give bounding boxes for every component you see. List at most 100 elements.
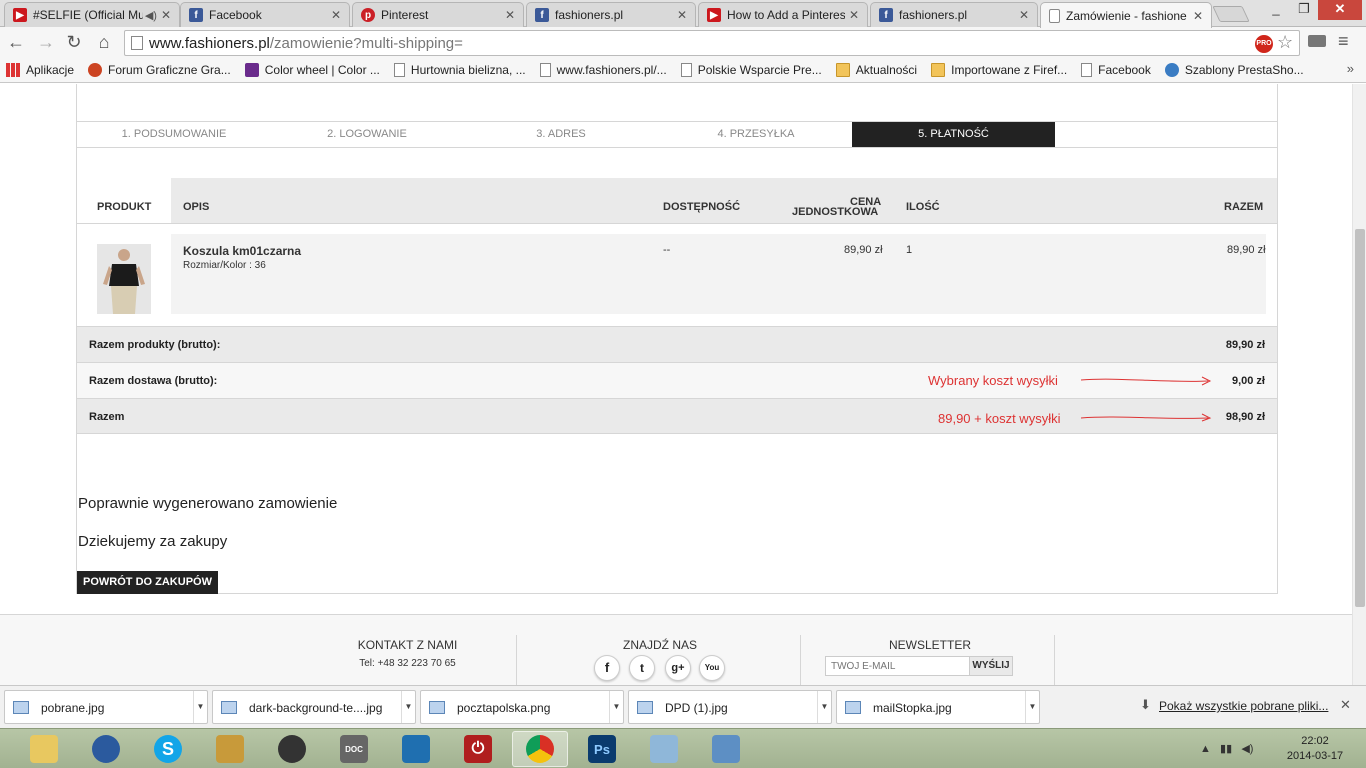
chevron-down-icon[interactable]: ▼ (401, 691, 415, 723)
header-quantity: Ilość (906, 201, 940, 213)
product-image[interactable] (97, 244, 151, 314)
youtube-icon: ▶ (707, 8, 721, 22)
step-address[interactable]: 3. ADRES (462, 122, 660, 147)
tab-pinterest[interactable]: p Pinterest ✕ (352, 2, 524, 27)
back-to-shopping-button[interactable]: POWRÓT DO ZAKUPÓW (77, 571, 218, 594)
menu-icon[interactable]: ≡ (1338, 31, 1349, 52)
bookmark-apps[interactable]: Aplikacje (6, 63, 74, 77)
bookmark-facebook[interactable]: Facebook (1081, 63, 1151, 77)
newsletter-submit-button[interactable]: WYŚLIJ (969, 656, 1013, 676)
forum-icon (88, 63, 103, 77)
product-attributes: Rozmiar/Kolor : 36 (183, 260, 266, 271)
taskbar-thunderbird[interactable] (78, 731, 134, 767)
taskbar-skype[interactable]: S (140, 731, 196, 767)
close-icon[interactable]: ✕ (677, 8, 687, 22)
tab-fashioners-1[interactable]: f fashioners.pl ✕ (526, 2, 696, 27)
taskbar-notepad[interactable] (636, 731, 692, 767)
taskbar-media[interactable] (202, 731, 258, 767)
chevron-down-icon[interactable]: ▼ (609, 691, 623, 723)
close-icon[interactable]: ✕ (161, 8, 171, 22)
tab-zamowienie[interactable]: Zamówienie - fashione ✕ (1040, 2, 1212, 28)
taskbar-settings[interactable] (388, 731, 444, 767)
newsletter-email-input[interactable] (825, 656, 970, 676)
file-explorer-icon (30, 735, 58, 763)
product-name[interactable]: Koszula km01czarna (183, 244, 301, 258)
reload-icon[interactable]: ↻ (62, 31, 86, 55)
twitter-icon[interactable]: t (629, 655, 655, 681)
tab-fashioners-2[interactable]: f fashioners.pl ✕ (870, 2, 1038, 27)
page-icon (1081, 63, 1093, 77)
step-shipping[interactable]: 4. PRZESYŁKA (660, 122, 852, 147)
annotation-shipping-note: Wybrany koszt wysyłki (928, 373, 1058, 388)
image-file-icon (13, 701, 29, 714)
chevron-down-icon[interactable]: ▼ (817, 691, 831, 723)
bookmark-prestashop[interactable]: Szablony PrestaSho... (1164, 63, 1304, 77)
bookmark-fashioners[interactable]: www.fashioners.pl/... (539, 63, 667, 77)
facebook-icon[interactable]: f (594, 655, 620, 681)
product-quantity: 1 (906, 244, 913, 256)
chevron-down-icon[interactable]: ▼ (1025, 691, 1039, 723)
download-item[interactable]: mailStopka.jpg ▼ (836, 690, 1040, 724)
bookmark-forum[interactable]: Forum Graficzne Gra... (88, 63, 231, 77)
address-bar[interactable]: www.fashioners.pl/zamowienie?multi-shipp… (124, 30, 1300, 56)
clock[interactable]: 22:02 2014-03-17 (1280, 734, 1350, 764)
header-product: Produkt (97, 201, 152, 213)
google-plus-icon[interactable]: g+ (665, 655, 691, 681)
bookmark-importowane[interactable]: Importowane z Firef... (931, 63, 1067, 77)
tab-selfie[interactable]: ▶ #SELFIE (Official Mu ◀) ✕ (4, 2, 180, 27)
bookmarks-more-button[interactable]: » (1347, 61, 1354, 76)
bookmark-hurtownia[interactable]: Hurtownia bielizna, ... (393, 63, 526, 77)
extension-icon[interactable] (1308, 35, 1326, 47)
table-row (171, 234, 1266, 314)
show-all-downloads-link[interactable]: Pokaż wszystkie pobrane pliki... (1159, 699, 1328, 713)
image-file-icon (221, 701, 237, 714)
chevron-down-icon[interactable]: ▼ (193, 691, 207, 723)
url-text[interactable]: www.fashioners.pl/zamowienie?multi-shipp… (149, 35, 463, 52)
scrollbar-thumb[interactable] (1355, 229, 1365, 607)
back-arrow-icon[interactable]: ← (4, 31, 28, 55)
youtube-icon[interactable]: You (699, 655, 725, 681)
step-summary[interactable]: 1. PODSUMOWANIE (76, 122, 272, 147)
close-icon[interactable]: ✕ (505, 8, 515, 22)
close-icon[interactable]: ✕ (1193, 9, 1203, 23)
bookmark-polskie-wsparcie[interactable]: Polskie Wsparcie Pre... (680, 63, 822, 77)
taskbar-speaker[interactable] (264, 731, 320, 767)
close-icon[interactable]: ✕ (331, 8, 341, 22)
taskbar-file-explorer[interactable] (16, 731, 72, 767)
system-tray[interactable]: ▲ ▮▮ ◀) (1200, 742, 1253, 755)
download-item[interactable]: pocztapolska.png ▼ (420, 690, 624, 724)
minimize-button[interactable]: _ (1262, 0, 1290, 20)
home-icon[interactable]: ⌂ (92, 31, 116, 55)
bookmark-aktualnosci[interactable]: Aktualności (835, 63, 917, 77)
new-tab-button[interactable] (1212, 6, 1250, 22)
taskbar-power[interactable]: ⏻ (450, 731, 506, 767)
taskbar-document[interactable]: DOC (326, 731, 382, 767)
download-item[interactable]: pobrane.jpg ▼ (4, 690, 208, 724)
download-arrow-icon: ⬇ (1140, 697, 1151, 712)
window-close-button[interactable]: ✕ (1318, 0, 1362, 20)
taskbar-photoshop[interactable]: Ps (574, 731, 630, 767)
restore-button[interactable]: ❐ (1290, 0, 1318, 20)
tab-facebook[interactable]: f Facebook ✕ (180, 2, 350, 27)
close-icon[interactable]: ✕ (849, 8, 859, 22)
step-login[interactable]: 2. LOGOWANIE (272, 122, 462, 147)
pro-extension-icon[interactable]: PRO (1255, 35, 1273, 53)
taskbar-image-viewer[interactable] (698, 731, 754, 767)
page-icon (131, 36, 143, 50)
header-total: Razem (1224, 201, 1264, 213)
facebook-icon: f (535, 8, 549, 22)
speaker-icon[interactable]: ◀) (145, 9, 157, 22)
tab-pinterest-howto[interactable]: ▶ How to Add a Pinteres ✕ (698, 2, 868, 27)
order-success-message: Poprawnie wygenerowano zamowienie (78, 495, 338, 512)
bookmark-star-icon[interactable]: ☆ (1277, 32, 1293, 53)
image-file-icon (637, 701, 653, 714)
bookmark-color-wheel[interactable]: Color wheel | Color ... (244, 63, 380, 77)
close-icon[interactable]: ✕ (1019, 8, 1029, 22)
taskbar-chrome[interactable] (512, 731, 568, 767)
close-icon[interactable]: ✕ (1340, 697, 1351, 713)
forward-arrow-icon[interactable]: → (34, 31, 58, 55)
page-scrollbar[interactable] (1352, 84, 1366, 685)
download-item[interactable]: DPD (1).jpg ▼ (628, 690, 832, 724)
page-icon (393, 63, 405, 77)
download-item[interactable]: dark-background-te....jpg ▼ (212, 690, 416, 724)
